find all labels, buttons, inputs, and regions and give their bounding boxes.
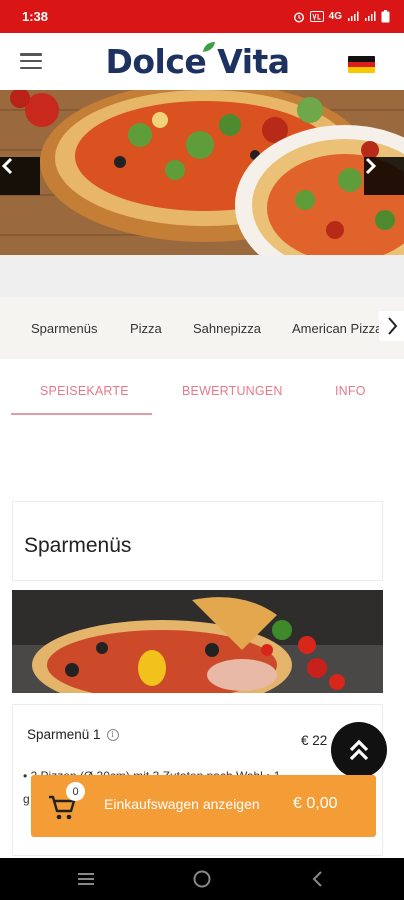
section-image	[12, 590, 383, 693]
chevron-right-icon	[387, 317, 397, 335]
view-cart-button[interactable]: 0 Einkaufswagen anzeigen € 0,00	[31, 775, 376, 837]
tab-speisekarte[interactable]: SPEISEKARTE	[40, 384, 129, 398]
cart-count-badge: 0	[66, 782, 85, 801]
status-icons: 4G	[293, 10, 390, 23]
category-sparmenues[interactable]: Sparmenüs	[31, 321, 97, 336]
home-icon[interactable]	[190, 868, 214, 890]
alarm-icon	[293, 11, 304, 23]
network-type: 4G	[328, 11, 342, 22]
status-bar: 1:38 4G	[0, 0, 404, 33]
volte-icon	[309, 11, 324, 22]
category-next-button[interactable]	[379, 311, 404, 341]
category-american-pizza[interactable]: American Pizza	[292, 321, 382, 336]
content-tabs: SPEISEKARTE BEWERTUNGEN INFO	[0, 367, 404, 417]
cart-total: € 0,00	[293, 795, 338, 812]
back-icon[interactable]	[306, 868, 330, 890]
hero-slider[interactable]	[0, 90, 404, 255]
chevron-right-icon	[365, 157, 377, 175]
hero-next-button[interactable]	[364, 157, 404, 195]
food-photo	[12, 590, 383, 693]
scroll-to-top-button[interactable]	[331, 722, 387, 778]
hamburger-menu-icon[interactable]	[20, 53, 42, 69]
pizza-hero-image	[0, 90, 404, 255]
signal-icon-2	[365, 11, 376, 21]
menu-item-name: Sparmenü 1	[27, 727, 101, 742]
tab-info[interactable]: INFO	[335, 384, 366, 398]
chevron-left-icon	[1, 157, 13, 175]
cart-label: Einkaufswagen anzeigen	[104, 796, 260, 812]
category-pizza[interactable]: Pizza	[130, 321, 162, 336]
section-title: Sparmenüs	[24, 534, 132, 557]
status-time: 1:38	[22, 9, 49, 24]
restaurant-logo[interactable]: Dolce Vita	[100, 39, 295, 83]
tab-bewertungen[interactable]: BEWERTUNGEN	[182, 384, 283, 398]
hero-prev-button[interactable]	[0, 157, 40, 195]
german-flag-icon[interactable]	[348, 56, 375, 73]
logo-text: Dolce Vita	[105, 41, 290, 81]
menu-item-price: € 22	[301, 733, 328, 748]
app-header: Dolce Vita	[0, 33, 404, 90]
leaf-icon	[203, 42, 215, 52]
category-bar: Sparmenüs Pizza Sahnepizza American Pizz…	[0, 297, 404, 359]
menu-item-title: Sparmenü 1 i	[27, 727, 119, 742]
info-icon[interactable]: i	[106, 728, 119, 741]
double-chevron-up-icon	[349, 739, 369, 761]
spacer-band	[0, 255, 404, 297]
recent-apps-icon[interactable]	[74, 868, 98, 890]
section-header: Sparmenüs	[12, 501, 383, 581]
signal-icon	[348, 11, 359, 21]
battery-icon	[381, 10, 390, 23]
active-tab-indicator	[11, 413, 152, 415]
system-nav-bar	[0, 858, 404, 900]
category-sahnepizza[interactable]: Sahnepizza	[193, 321, 261, 336]
